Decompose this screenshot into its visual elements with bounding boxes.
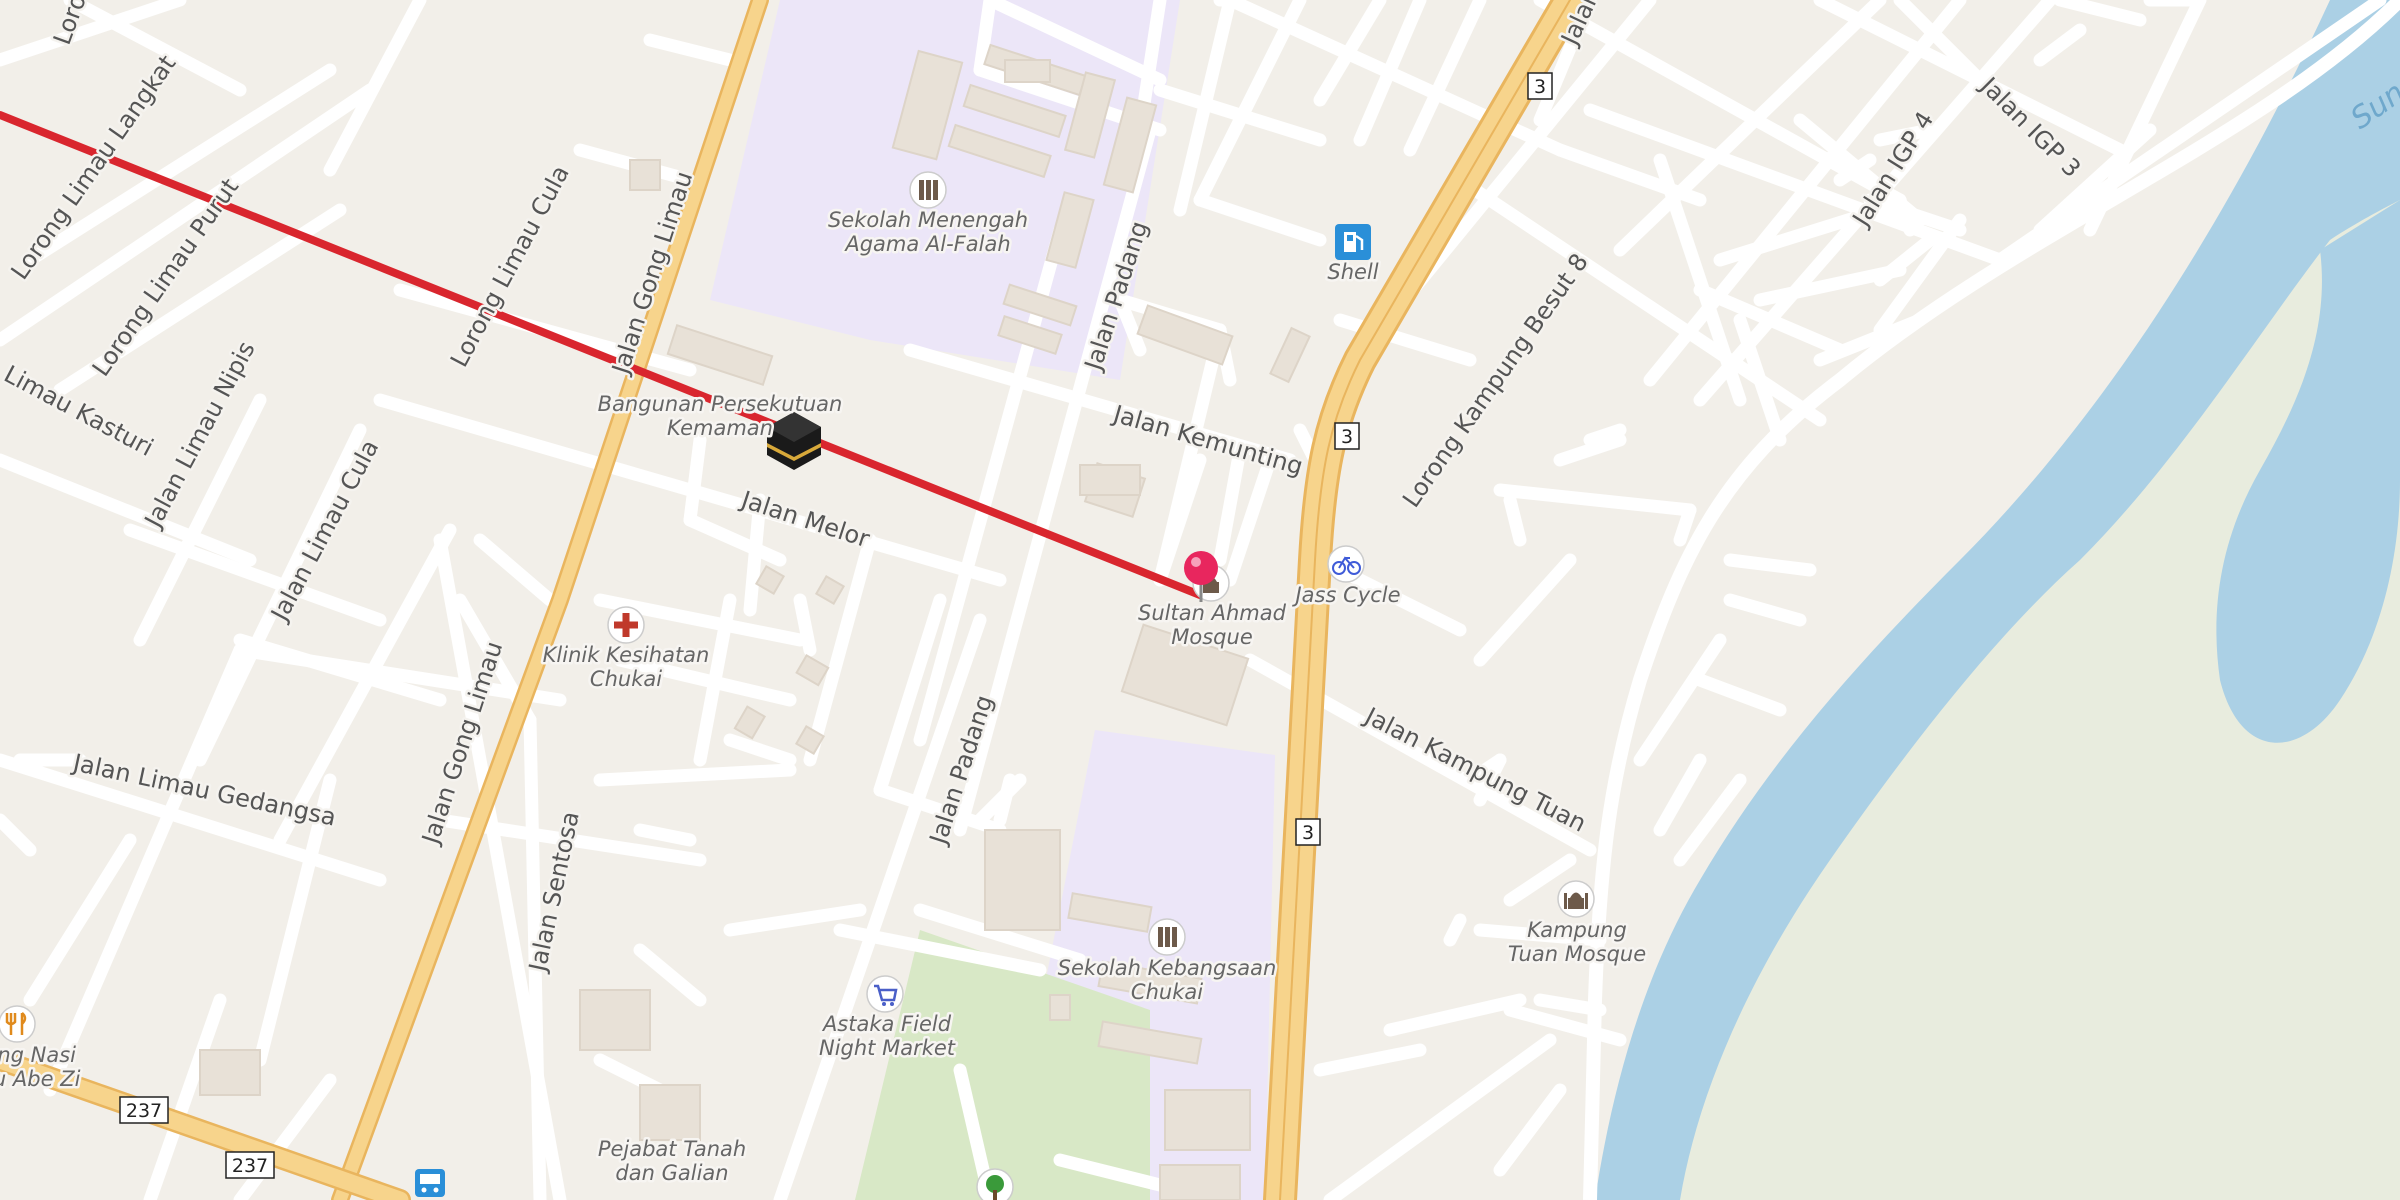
route-shield: 3 xyxy=(1527,72,1553,100)
poi-label-kampung-mosque: Kampung Tuan Mosque xyxy=(1508,918,1646,966)
poi-label-pejabat: Pejabat Tanah dan Galian xyxy=(598,1137,746,1185)
route-shield: 3 xyxy=(1295,818,1321,846)
poi-label-astaka: Astaka Field Night Market xyxy=(819,1012,956,1060)
poi-label-restaurant: ung Nasipu Abe Zi xyxy=(0,1043,81,1091)
school-icon[interactable] xyxy=(909,171,947,209)
map-canvas[interactable]: 3 3 3 237 237 Loron Lorong Limau Langkat… xyxy=(0,0,2400,1200)
route-number: 3 xyxy=(1534,76,1546,98)
route-shield: 237 xyxy=(225,1151,275,1179)
route-shield: 237 xyxy=(119,1096,169,1124)
route-number: 3 xyxy=(1341,426,1353,448)
route-number: 237 xyxy=(232,1155,268,1177)
shopping-cart-icon[interactable] xyxy=(866,975,904,1013)
route-shield: 3 xyxy=(1334,422,1360,450)
route-number: 3 xyxy=(1302,822,1314,844)
route-number: 237 xyxy=(126,1100,162,1122)
tree-icon[interactable] xyxy=(976,1168,1014,1200)
restaurant-icon[interactable] xyxy=(0,1005,36,1043)
hospital-icon[interactable] xyxy=(607,606,645,644)
poi-label-school-alfalah: Sekolah Menengah Agama Al-Falah xyxy=(828,208,1028,256)
fuel-icon[interactable] xyxy=(1335,224,1371,260)
poi-label-shell: Shell xyxy=(1327,260,1378,284)
bus-stop-icon[interactable] xyxy=(415,1169,445,1197)
mosque-icon[interactable] xyxy=(1557,880,1595,918)
poi-label-jass-cycle: Jass Cycle xyxy=(1291,583,1400,607)
bicycle-icon[interactable] xyxy=(1327,545,1365,583)
school-icon[interactable] xyxy=(1148,918,1186,956)
